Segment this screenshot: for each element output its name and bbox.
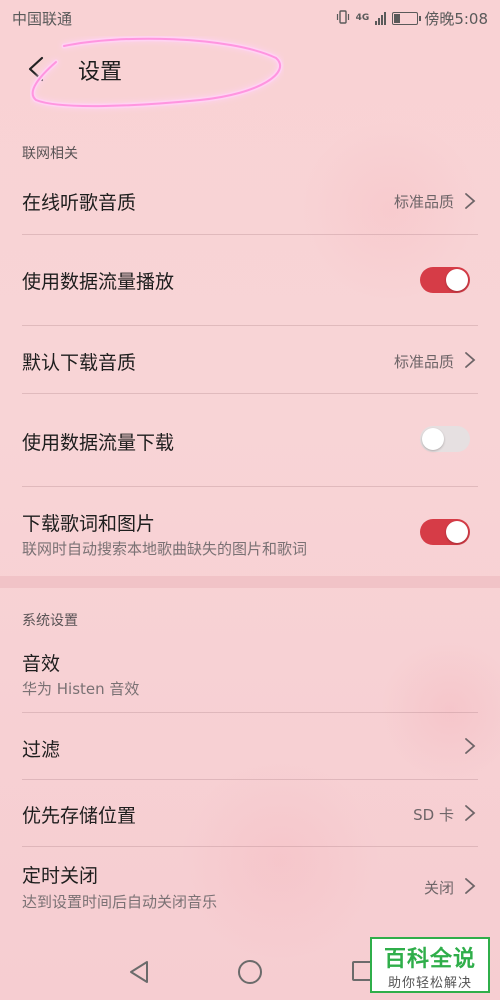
- watermark-title: 百科全说: [383, 947, 476, 972]
- watermark-logo: 百科全说 助你轻松解决: [370, 937, 490, 993]
- setting-description: 联网时自动搜索本地歌曲缺失的图片和歌词: [22, 540, 308, 558]
- setting-value: 关闭: [423, 879, 454, 897]
- signal-icon: [375, 11, 387, 25]
- setting-label: 使用数据流量播放: [22, 271, 175, 293]
- setting-description: 达到设置时间后自动关闭音乐: [22, 893, 218, 911]
- chevron-right-icon: [465, 805, 476, 821]
- setting-label: 默认下载音质: [22, 352, 137, 374]
- setting-filter[interactable]: 过滤: [0, 713, 500, 779]
- setting-value: SD 卡: [413, 806, 454, 824]
- app-bar: 设置: [0, 36, 500, 102]
- setting-label: 优先存储位置: [22, 805, 137, 827]
- data-download-toggle[interactable]: [420, 426, 470, 452]
- setting-sleep-timer[interactable]: 定时关闭 达到设置时间后自动关闭音乐 关闭: [0, 847, 500, 927]
- nav-recent-icon[interactable]: [352, 961, 372, 981]
- section-header-system: 系统设置: [22, 613, 78, 629]
- setting-storage-location[interactable]: 优先存储位置 SD 卡: [0, 780, 500, 846]
- setting-label: 音效: [22, 653, 61, 675]
- status-bar: 中国联通 4G 傍晚5:08: [0, 0, 500, 36]
- network-type-icon: 4G: [355, 13, 370, 23]
- setting-label: 定时关闭: [22, 865, 99, 887]
- page-title: 设置: [78, 60, 123, 85]
- lyrics-images-toggle[interactable]: [420, 519, 470, 545]
- vibrate-icon: [336, 9, 350, 27]
- status-icons: 4G 傍晚5:08: [336, 8, 488, 29]
- nav-home-icon[interactable]: [238, 960, 262, 984]
- setting-data-playback[interactable]: 使用数据流量播放: [0, 235, 500, 325]
- setting-value: 标准品质: [393, 353, 454, 371]
- settings-screen: 中国联通 4G 傍晚5:08 设置 联网相关 在线听歌音质 标准品质 使用数据流…: [0, 0, 500, 1000]
- chevron-right-icon: [465, 878, 476, 894]
- watermark-subtitle: 助你轻松解决: [387, 976, 472, 991]
- carrier-label: 中国联通: [12, 9, 73, 28]
- setting-value: 标准品质: [393, 193, 454, 211]
- section-separator: [0, 576, 500, 588]
- chevron-right-icon: [465, 352, 476, 368]
- arrow-left-icon[interactable]: [22, 54, 52, 84]
- setting-label: 在线听歌音质: [22, 192, 137, 214]
- setting-label: 使用数据流量下载: [22, 432, 175, 454]
- nav-back-icon[interactable]: [128, 960, 150, 984]
- chevron-right-icon: [465, 738, 476, 754]
- setting-label: 下载歌词和图片: [22, 513, 156, 535]
- setting-label: 过滤: [22, 739, 61, 761]
- setting-data-download[interactable]: 使用数据流量下载: [0, 394, 500, 486]
- setting-lyrics-images[interactable]: 下载歌词和图片 联网时自动搜索本地歌曲缺失的图片和歌词: [0, 487, 500, 575]
- battery-icon: [392, 11, 422, 25]
- chevron-right-icon: [465, 193, 476, 209]
- setting-download-quality[interactable]: 默认下载音质 标准品质: [0, 326, 500, 393]
- setting-description: 华为 Histen 音效: [22, 680, 140, 698]
- setting-online-quality[interactable]: 在线听歌音质 标准品质: [0, 168, 500, 234]
- section-header-network: 联网相关: [22, 146, 78, 162]
- status-time: 傍晚5:08: [424, 9, 488, 28]
- data-playback-toggle[interactable]: [420, 267, 470, 293]
- setting-sound-effect[interactable]: 音效 华为 Histen 音效: [0, 636, 500, 712]
